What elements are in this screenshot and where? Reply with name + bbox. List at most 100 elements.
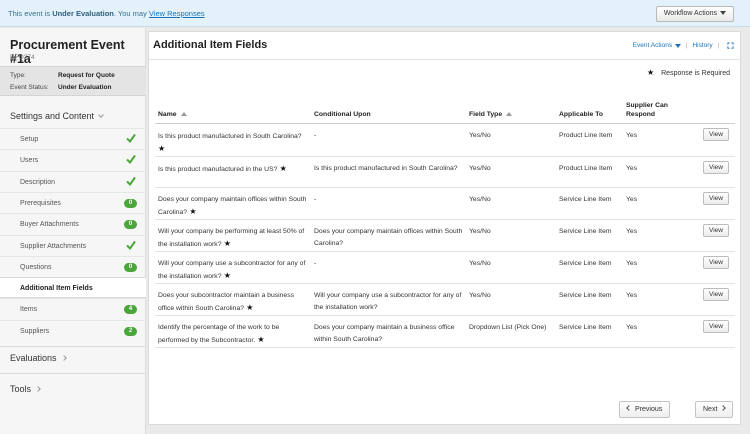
legend-text: Response is Required (661, 70, 730, 77)
evaluations-toggle[interactable]: Evaluations (10, 353, 67, 363)
view-button[interactable]: View (703, 287, 729, 301)
action-cell: View (698, 156, 735, 188)
required-star-icon: ★ (158, 143, 166, 153)
sidebar-item-buyer-attachments[interactable]: Buyer Attachments 0 (0, 213, 146, 234)
respond-cell: Yes (623, 219, 698, 252)
field-type-cell: Yes/No (466, 123, 556, 157)
event-status-label: Event Status: (10, 84, 49, 91)
event-type-label: Type: (10, 72, 26, 79)
sidebar-item-items[interactable]: Items 4 (0, 298, 146, 319)
respond-cell-text: Yes (626, 164, 638, 172)
tools-toggle[interactable]: Tools (10, 384, 41, 394)
field-type-cell: Yes/No (466, 219, 556, 252)
conditional-cell-text: - (314, 195, 317, 203)
settings-and-content-toggle[interactable]: Settings and Content (10, 111, 104, 121)
view-button[interactable]: View (703, 127, 729, 141)
field-type-cell-text: Yes/No (469, 164, 491, 172)
applicable-cell: Service Line Item (556, 251, 623, 284)
required-star-icon: ★ (187, 206, 197, 216)
sidebar-item-label: Users (20, 157, 39, 165)
workflow-actions-button[interactable]: Workflow Actions (655, 6, 734, 22)
previous-button[interactable]: Previous (619, 401, 671, 418)
col-name-header[interactable]: Name (155, 93, 311, 124)
field-type-cell-text: Yes/No (469, 291, 491, 299)
field-name-cell: Is this product manufactured in South Ca… (155, 123, 311, 157)
event-actions-menu[interactable]: Event Actions (633, 42, 682, 49)
view-button[interactable]: View (703, 160, 729, 174)
checkmark-icon (126, 133, 136, 143)
conditional-cell-text: - (314, 131, 317, 139)
col-conditional-header: Conditional Upon (311, 93, 466, 124)
sidebar-item-additional-item-fields[interactable]: Additional Item Fields (0, 277, 146, 299)
sidebar-item-label: Suppliers (20, 327, 50, 335)
view-button[interactable]: View (703, 191, 729, 205)
respond-cell: Yes (623, 315, 698, 348)
table-row: Identify the percentage of the work to b… (155, 315, 735, 348)
expand-icon[interactable] (727, 42, 734, 49)
sidebar-item-suppliers[interactable]: Suppliers 2 (0, 319, 146, 341)
banner-status: Under Evaluation (52, 9, 114, 18)
sidebar-item-label: Additional Item Fields (20, 285, 93, 293)
sidebar-item-label: Description (20, 178, 56, 186)
respond-cell-text: Yes (626, 131, 638, 139)
action-cell: View (698, 251, 735, 284)
applicable-cell-text: Service Line Item (559, 323, 612, 331)
respond-cell-text: Yes (626, 259, 638, 267)
applicable-cell-text: Service Line Item (559, 195, 612, 203)
evaluations-label: Evaluations (10, 353, 57, 363)
field-name-cell-text: Is this product manufactured in South Ca… (158, 132, 302, 140)
respond-cell-text: Yes (626, 195, 638, 203)
required-star-icon: ★ (646, 68, 655, 77)
event-type-value: Request for Quote (58, 72, 115, 79)
col-field-type-label: Field Type (469, 110, 503, 118)
next-button[interactable]: Next (695, 401, 734, 418)
chevron-down-icon (98, 111, 104, 118)
sidebar-item-supplier-attachments[interactable]: Supplier Attachments (0, 234, 146, 256)
required-legend: ★ Response is Required (647, 68, 730, 77)
divider (0, 373, 146, 374)
conditional-cell-text: Does your company maintain a business of… (314, 323, 455, 343)
history-link[interactable]: History (692, 42, 712, 49)
field-name-cell-text: Will your company use a subcontractor fo… (158, 259, 306, 280)
sidebar-item-setup[interactable]: Setup (0, 128, 146, 149)
field-type-cell: Yes/No (466, 187, 556, 220)
sidebar-item-users[interactable]: Users (0, 149, 146, 170)
col-field-type-header[interactable]: Field Type (466, 93, 556, 124)
sidebar-item-prerequisites[interactable]: Prerequisites 0 (0, 191, 146, 213)
event-status-row: Event Status: Under Evaluation (10, 84, 111, 91)
count-badge: 0 (124, 262, 137, 272)
field-type-cell: Yes/No (466, 283, 556, 316)
sidebar-item-label: Setup (20, 136, 39, 143)
chevron-down-icon (675, 43, 682, 48)
respond-cell: Yes (623, 187, 698, 220)
table-header-row: Name Conditional Upon Field Type Applica… (155, 93, 735, 124)
view-button[interactable]: View (703, 223, 729, 237)
event-meta: Type: Request for Quote Event Status: Unde… (0, 66, 146, 96)
col-action-header (698, 93, 735, 124)
applicable-cell-text: Service Line Item (559, 227, 612, 235)
required-star-icon: ★ (221, 238, 231, 248)
checkmark-icon (126, 155, 136, 165)
view-responses-link[interactable]: View Responses (149, 9, 205, 18)
sidebar-item-description[interactable]: Description (0, 170, 146, 192)
conditional-cell: Does your company maintain a business of… (311, 315, 466, 348)
chevron-right-icon (60, 354, 67, 361)
applicable-cell-text: Product Line Item (559, 164, 613, 172)
required-star-icon: ★ (277, 163, 287, 173)
chevron-right-icon (35, 385, 41, 392)
field-name-cell: Is this product manufactured in the US? … (155, 156, 311, 188)
sidebar-item-label: Buyer Attachments (20, 221, 79, 229)
applicable-cell-text: Product Line Item (559, 131, 613, 139)
banner-prefix: This event is (8, 9, 53, 18)
count-badge: 0 (124, 220, 137, 230)
table-body: Is this product manufactured in South Ca… (155, 123, 735, 348)
required-star-icon: ★ (255, 334, 265, 344)
applicable-cell: Service Line Item (556, 315, 623, 348)
field-name-cell: Does your company maintain offices withi… (155, 187, 311, 220)
event-title: Procurement Event #1a (10, 38, 125, 66)
view-button[interactable]: View (703, 319, 729, 333)
view-button[interactable]: View (703, 255, 729, 269)
field-name-cell: Does your subcontractor maintain a busin… (155, 283, 311, 316)
sidebar-item-questions[interactable]: Questions 0 (0, 255, 146, 277)
conditional-cell-text: Will your company use a subcontractor fo… (314, 291, 462, 311)
